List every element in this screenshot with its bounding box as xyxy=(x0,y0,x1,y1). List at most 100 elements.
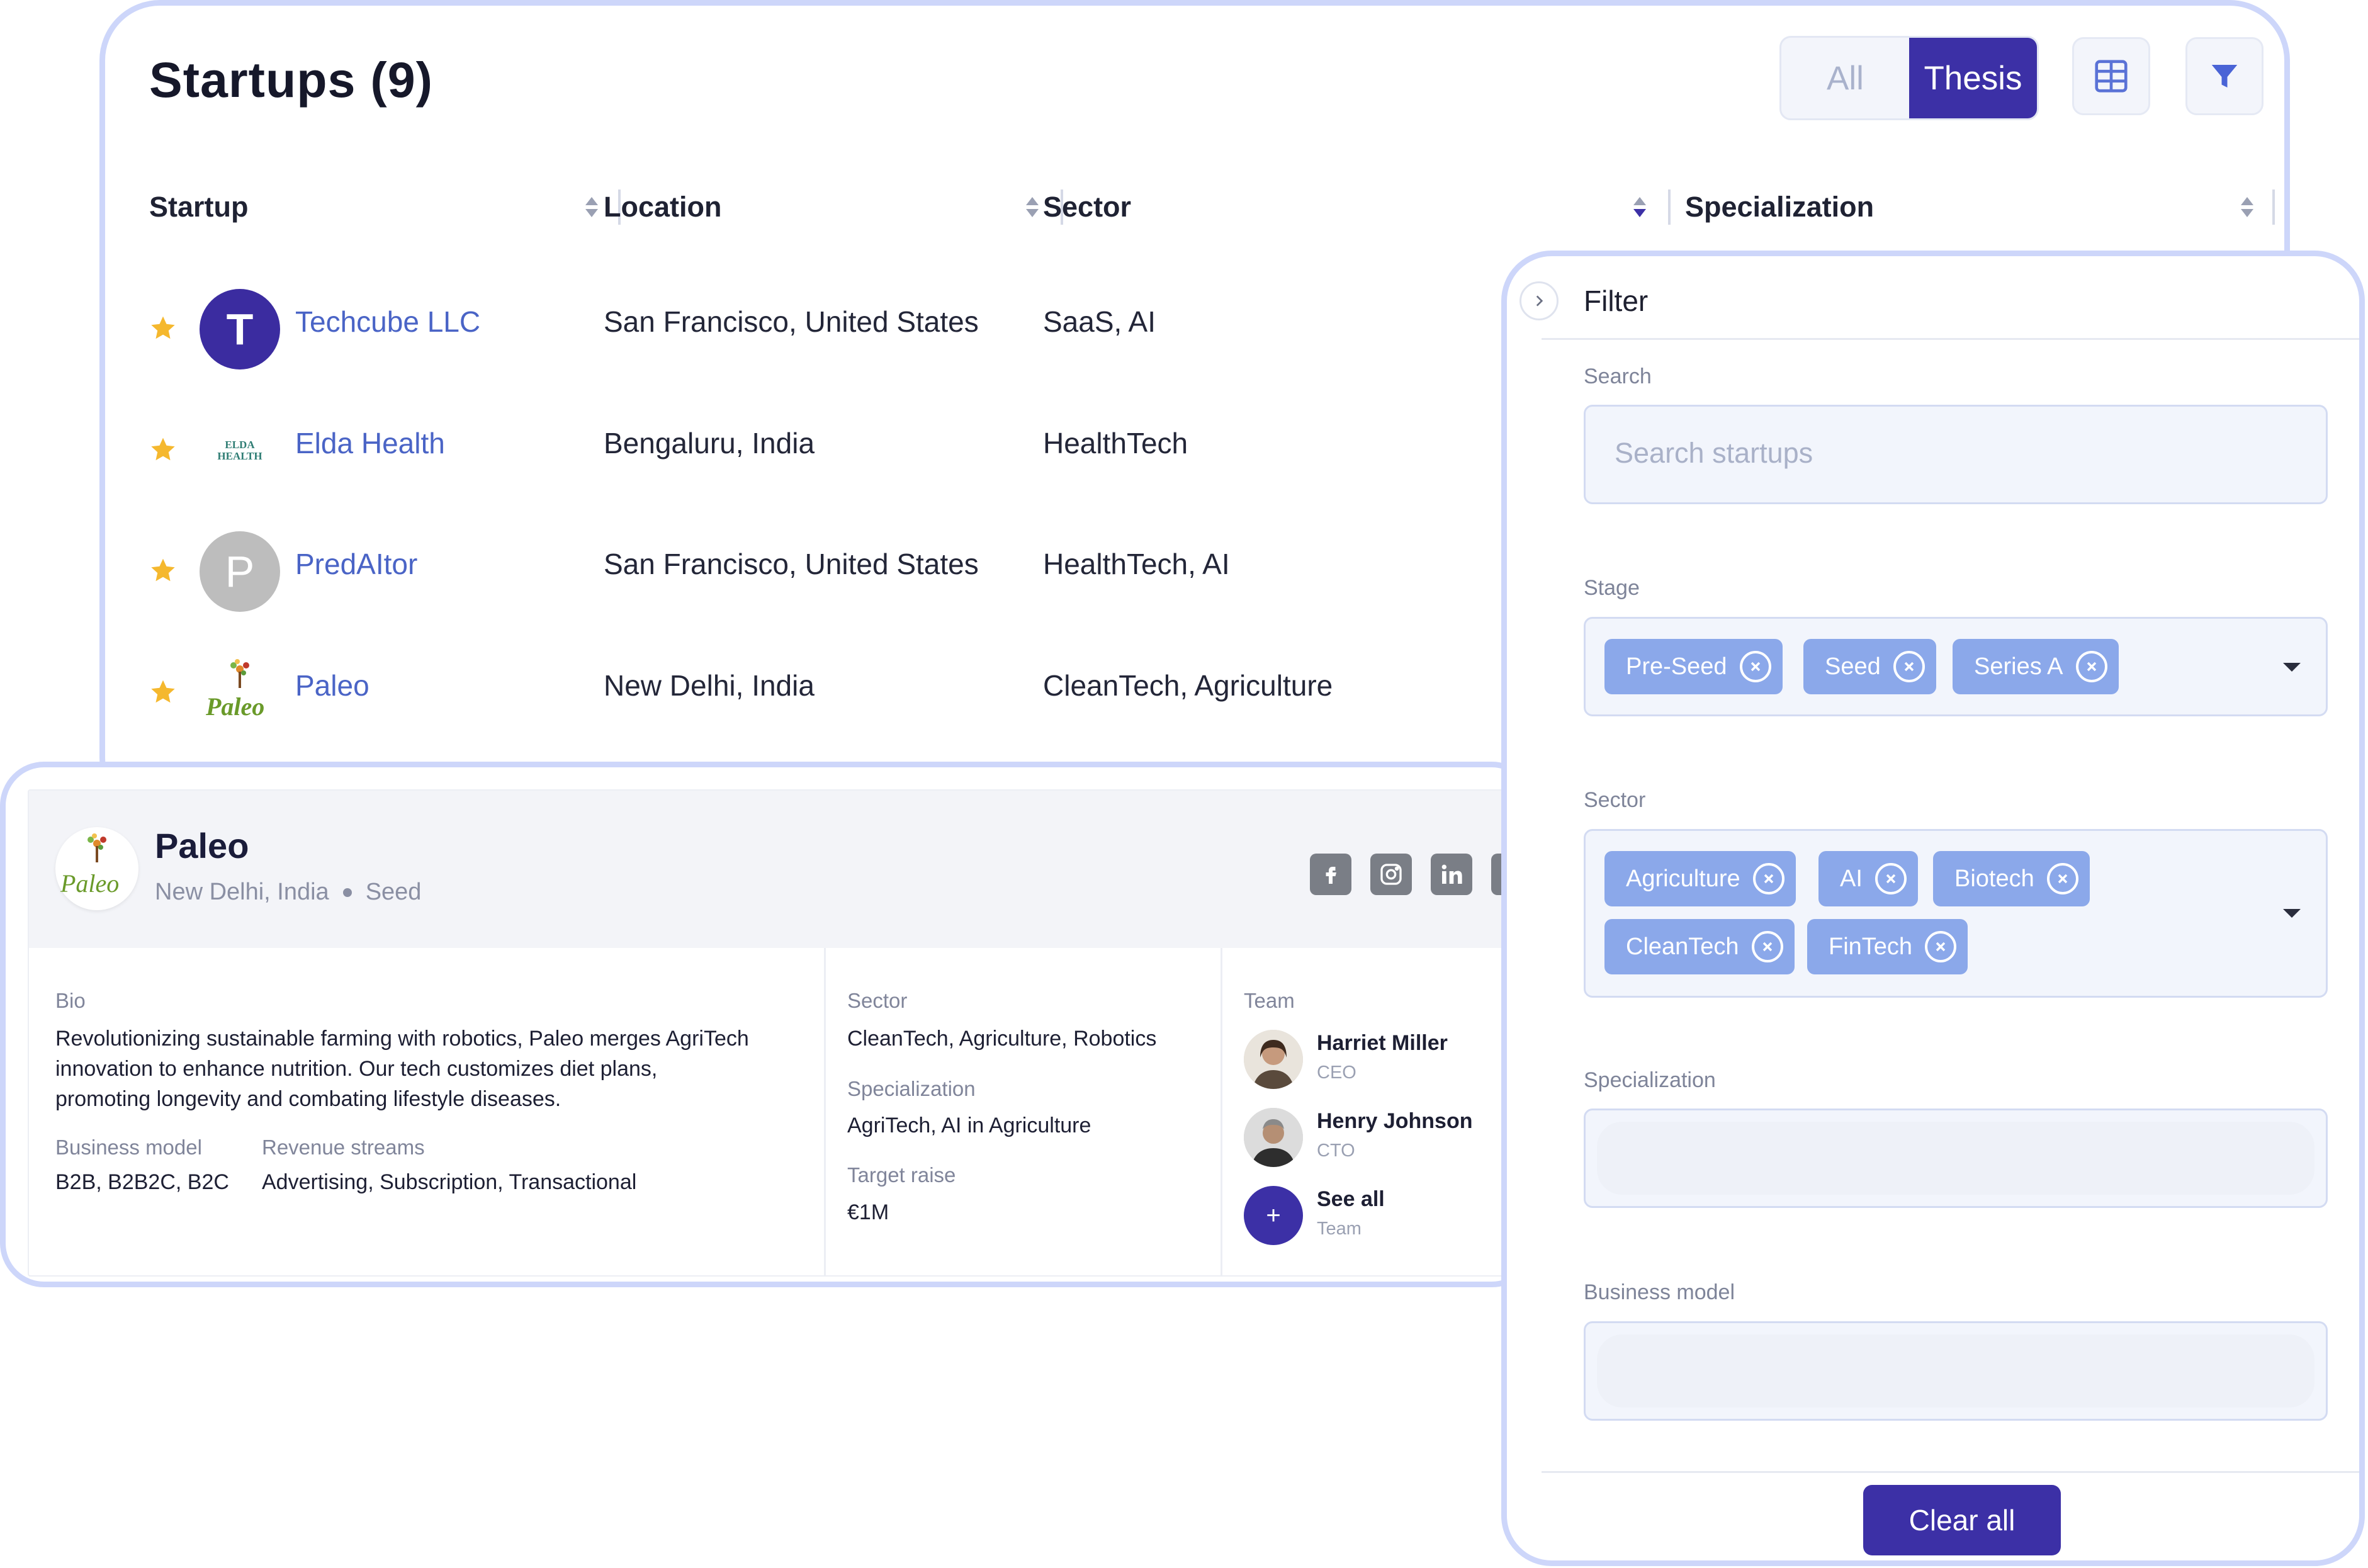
sector-value: CleanTech, Agriculture, Robotics xyxy=(847,1027,1157,1051)
team-member-name[interactable]: Henry Johnson xyxy=(1317,1109,1472,1134)
specialization-select[interactable] xyxy=(1584,1108,2328,1208)
stage-chip[interactable]: Series A xyxy=(1953,639,2119,694)
paleo-logo: Paleo xyxy=(200,653,280,733)
specialization-value: AgriTech, AI in Agriculture xyxy=(847,1114,1091,1137)
filter-panel: Filter Search Search startups Stage Pre-… xyxy=(1501,251,2365,1566)
specialization-input-area xyxy=(1597,1122,2314,1195)
sector-chip[interactable]: Agriculture xyxy=(1604,851,1796,906)
see-all-sub: Team xyxy=(1317,1219,1362,1239)
remove-chip-icon[interactable] xyxy=(2046,863,2078,894)
column-header-startup[interactable]: Startup xyxy=(149,182,249,232)
column-header-sector[interactable]: Sector xyxy=(1043,182,1131,232)
location-cell: San Francisco, United States xyxy=(604,548,979,580)
view-toggle: All Thesis xyxy=(1779,36,2039,120)
startup-detail-content: Paleo Paleo New Delhi, India Seed Bio Re… xyxy=(28,789,1522,1277)
detail-startup-name: Paleo xyxy=(155,826,249,866)
remove-chip-icon[interactable] xyxy=(1893,651,1925,682)
instagram-icon[interactable] xyxy=(1370,854,1412,895)
revenue-streams-label: Revenue streams xyxy=(262,1136,425,1159)
chevron-down-icon[interactable] xyxy=(2283,663,2301,672)
elda-logo: ELDA HEALTH xyxy=(200,410,280,491)
separator-dot xyxy=(342,888,352,897)
specialization-label: Specialization xyxy=(1584,1068,1716,1092)
detail-header: Paleo Paleo New Delhi, India Seed xyxy=(29,791,1521,948)
business-model-input-area xyxy=(1597,1334,2314,1407)
toggle-thesis[interactable]: Thesis xyxy=(1909,38,2037,118)
sector-chip[interactable]: CleanTech xyxy=(1604,919,1795,974)
star-icon[interactable] xyxy=(149,678,177,706)
sector-chip[interactable]: AI xyxy=(1818,851,1918,906)
team-member-name[interactable]: Harriet Miller xyxy=(1317,1031,1448,1056)
search-label: Search xyxy=(1584,364,1652,388)
linkedin-icon[interactable] xyxy=(1431,854,1472,895)
specialization-label: Specialization xyxy=(847,1077,976,1100)
avatar[interactable] xyxy=(1244,1030,1303,1089)
sector-select[interactable]: Agriculture AI Biotech CleanTech FinTech xyxy=(1584,829,2328,998)
column-divider xyxy=(1221,948,1222,1275)
page-title: Startups (9) xyxy=(149,52,433,108)
star-icon[interactable] xyxy=(149,556,177,584)
startup-name-link[interactable]: Paleo xyxy=(295,668,369,702)
chevron-down-icon[interactable] xyxy=(2283,909,2301,918)
startup-name-link[interactable]: Techcube LLC xyxy=(295,305,480,339)
columns-icon xyxy=(2095,60,2128,93)
startup-name-link[interactable]: Elda Health xyxy=(295,426,445,460)
star-icon[interactable] xyxy=(149,436,177,463)
column-header-specialization[interactable]: Specialization xyxy=(1685,182,1874,232)
column-header-location[interactable]: Location xyxy=(604,182,722,232)
avatar: P xyxy=(200,531,280,612)
stage-chip[interactable]: Seed xyxy=(1803,639,1936,694)
team-label: Team xyxy=(1244,989,1295,1012)
sector-cell: CleanTech, Agriculture xyxy=(1043,669,1333,702)
sort-icon[interactable] xyxy=(1024,195,1040,220)
column-divider xyxy=(824,948,826,1275)
divider xyxy=(1542,338,2359,340)
paleo-logo: Paleo xyxy=(55,827,138,910)
remove-chip-icon[interactable] xyxy=(1751,931,1783,962)
toggle-all[interactable]: All xyxy=(1781,38,1909,118)
clear-all-button[interactable]: Clear all xyxy=(1863,1485,2061,1555)
location-cell: San Francisco, United States xyxy=(604,305,979,338)
remove-chip-icon[interactable] xyxy=(1739,651,1771,682)
see-all-link[interactable]: See all xyxy=(1317,1187,1385,1212)
detail-location: New Delhi, India xyxy=(155,879,329,905)
filter-icon xyxy=(2211,65,2238,87)
business-model-select[interactable] xyxy=(1584,1321,2328,1421)
search-input[interactable]: Search startups xyxy=(1584,405,2328,504)
sort-icon[interactable] xyxy=(1632,195,1648,220)
bio-line: promoting longevity and combating lifest… xyxy=(55,1087,561,1111)
facebook-icon[interactable] xyxy=(1310,854,1351,895)
chevron-right-icon xyxy=(1536,295,1543,307)
remove-chip-icon[interactable] xyxy=(2075,651,2107,682)
table-header: Startup Location Sector Specialization B… xyxy=(149,182,2290,232)
remove-chip-icon[interactable] xyxy=(1925,931,1957,962)
sort-icon[interactable] xyxy=(2239,195,2255,220)
stage-select[interactable]: Pre-Seed Seed Series A xyxy=(1584,617,2328,716)
startup-name-link[interactable]: PredAItor xyxy=(295,547,417,581)
filter-title: Filter xyxy=(1584,285,1649,317)
see-all-team-button[interactable]: + xyxy=(1244,1186,1303,1245)
stage-label: Stage xyxy=(1584,576,1640,600)
remove-chip-icon[interactable] xyxy=(1752,863,1784,894)
bio-label: Bio xyxy=(55,989,86,1012)
filter-button[interactable] xyxy=(2185,37,2264,115)
column-header-business[interactable]: Bu xyxy=(2284,182,2290,232)
sector-chip[interactable]: FinTech xyxy=(1807,919,1968,974)
collapse-filter-button[interactable] xyxy=(1519,281,1559,320)
search-placeholder: Search startups xyxy=(1615,437,1813,469)
location-cell: Bengaluru, India xyxy=(604,427,815,460)
stage-chip[interactable]: Pre-Seed xyxy=(1604,639,1783,694)
tree-icon xyxy=(87,833,106,862)
remove-chip-icon[interactable] xyxy=(1875,863,1907,894)
team-member-role: CEO xyxy=(1317,1063,1356,1083)
tree-icon xyxy=(230,659,249,688)
sector-cell: SaaS, AI xyxy=(1043,305,1156,338)
star-icon[interactable] xyxy=(149,314,177,342)
avatar[interactable] xyxy=(1244,1108,1303,1167)
sort-icon[interactable] xyxy=(584,195,600,220)
sector-chip[interactable]: Biotech xyxy=(1933,851,2090,906)
business-model-value: B2B, B2B2C, B2C xyxy=(55,1170,229,1194)
divider xyxy=(1542,1471,2359,1473)
columns-button[interactable] xyxy=(2072,37,2150,115)
bio-line: innovation to enhance nutrition. Our tec… xyxy=(55,1057,658,1081)
